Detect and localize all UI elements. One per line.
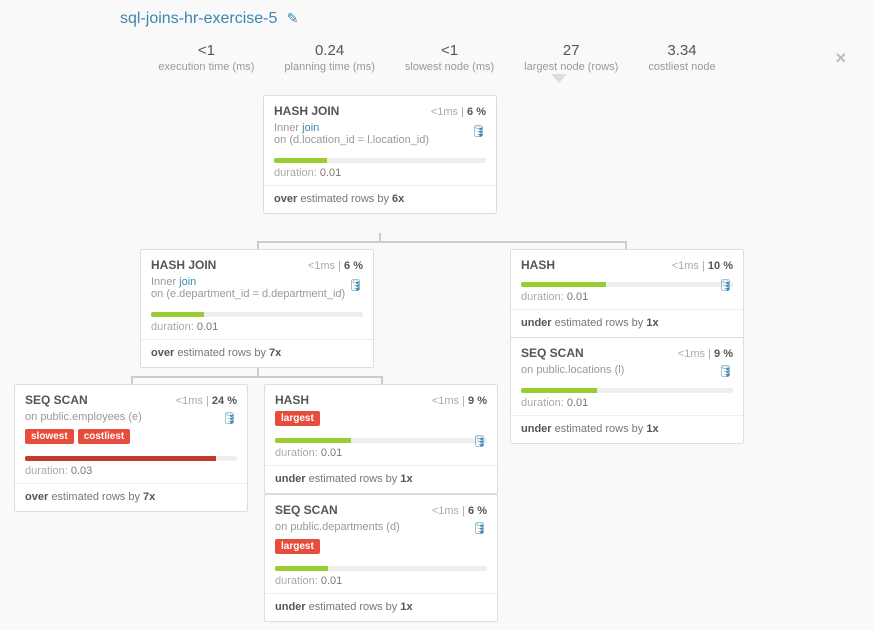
node-timing: <1ms | 6 % (432, 505, 487, 517)
tag-costliest: costliest (78, 429, 131, 444)
node-type: HASH JOIN (151, 258, 216, 272)
node-type: SEQ SCAN (521, 346, 584, 360)
database-icon[interactable]: 🛢 (472, 521, 487, 535)
plan-node-hash[interactable]: HASH <1ms | 10 % 🛢 duration: 0.01 under … (510, 249, 744, 338)
close-icon[interactable]: × (835, 48, 846, 69)
node-tags: largest (265, 411, 497, 432)
database-icon[interactable]: 🛢 (471, 124, 486, 138)
duration-bar: 🛢 (265, 432, 497, 445)
metric-value: <1 (158, 42, 254, 59)
database-icon[interactable]: 🛢 (348, 278, 363, 292)
node-timing: <1ms | 10 % (672, 260, 733, 272)
metrics-pointer-icon (551, 74, 567, 83)
database-icon[interactable]: 🛢 (472, 434, 487, 448)
tag-largest: largest (275, 411, 320, 426)
estimation-row: over estimated rows by 7x (15, 484, 247, 511)
plan-title-link[interactable]: sql-joins-hr-exercise-5 (120, 10, 277, 27)
estimation-row: over estimated rows by 7x (141, 340, 373, 367)
node-type: SEQ SCAN (25, 393, 88, 407)
metric-costliest-node: 3.34 costliest node (648, 42, 715, 73)
duration-bar (264, 152, 496, 165)
estimation-row: under estimated rows by 1x (265, 594, 497, 621)
node-timing: <1ms | 6 % (308, 260, 363, 272)
node-type: HASH JOIN (274, 104, 339, 118)
estimation-row: over estimated rows by 6x (264, 186, 496, 213)
plan-node-seq-scan-departments[interactable]: SEQ SCAN <1ms | 6 % on public.department… (264, 494, 498, 622)
plan-node-seq-scan-locations[interactable]: SEQ SCAN <1ms | 9 % on public.locations … (510, 337, 744, 444)
metrics-row: <1 execution time (ms) 0.24 planning tim… (0, 42, 874, 87)
metric-value: 0.24 (284, 42, 374, 59)
plan-canvas[interactable]: HASH JOIN <1ms | 6 % Inner join on (d.lo… (0, 87, 874, 627)
metric-plan-time: 0.24 planning time (ms) (284, 42, 374, 73)
plan-node-hash-join[interactable]: HASH JOIN <1ms | 6 % Inner join on (e.de… (140, 249, 374, 368)
metric-exec-time: <1 execution time (ms) (158, 42, 254, 73)
plan-node-seq-scan-employees[interactable]: SEQ SCAN <1ms | 24 % on public.employees… (14, 384, 248, 512)
edit-icon[interactable]: ✎ (287, 10, 299, 26)
plan-title-bar: sql-joins-hr-exercise-5 ✎ (0, 0, 874, 28)
metric-slowest-node: <1 slowest node (ms) (405, 42, 494, 73)
node-timing: <1ms | 6 % (431, 106, 486, 118)
database-icon[interactable]: 🛢 (718, 364, 733, 378)
tag-slowest: slowest (25, 429, 74, 444)
plan-node-hash[interactable]: HASH <1ms | 9 % largest 🛢 duration: 0.01… (264, 384, 498, 494)
connector (257, 368, 259, 378)
estimation-row: under estimated rows by 1x (265, 466, 497, 493)
node-tags: largest (265, 539, 497, 560)
database-icon[interactable]: 🛢 (222, 411, 237, 425)
tag-largest: largest (275, 539, 320, 554)
metric-value: 3.34 (648, 42, 715, 59)
plan-node-hash-join-root[interactable]: HASH JOIN <1ms | 6 % Inner join on (d.lo… (263, 95, 497, 214)
node-tags: slowest costliest (15, 429, 247, 450)
duration-bar (141, 306, 373, 319)
estimation-row: under estimated rows by 1x (511, 416, 743, 443)
node-type: HASH (275, 393, 309, 407)
node-timing: <1ms | 9 % (678, 348, 733, 360)
duration-bar (265, 560, 497, 573)
metric-label: slowest node (ms) (405, 61, 494, 73)
node-timing: <1ms | 9 % (432, 395, 487, 407)
metric-largest-node: 27 largest node (rows) (524, 42, 618, 73)
metric-label: costliest node (648, 61, 715, 73)
metric-label: largest node (rows) (524, 61, 618, 73)
node-timing: <1ms | 24 % (176, 395, 237, 407)
duration-bar: 🛢 (511, 276, 743, 289)
metric-value: 27 (524, 42, 618, 59)
metric-label: execution time (ms) (158, 61, 254, 73)
duration-bar (511, 382, 743, 395)
duration-bar (15, 450, 247, 463)
node-type: HASH (521, 258, 555, 272)
metric-label: planning time (ms) (284, 61, 374, 73)
node-type: SEQ SCAN (275, 503, 338, 517)
metric-value: <1 (405, 42, 494, 59)
estimation-row: under estimated rows by 1x (511, 310, 743, 337)
database-icon[interactable]: 🛢 (718, 278, 733, 292)
